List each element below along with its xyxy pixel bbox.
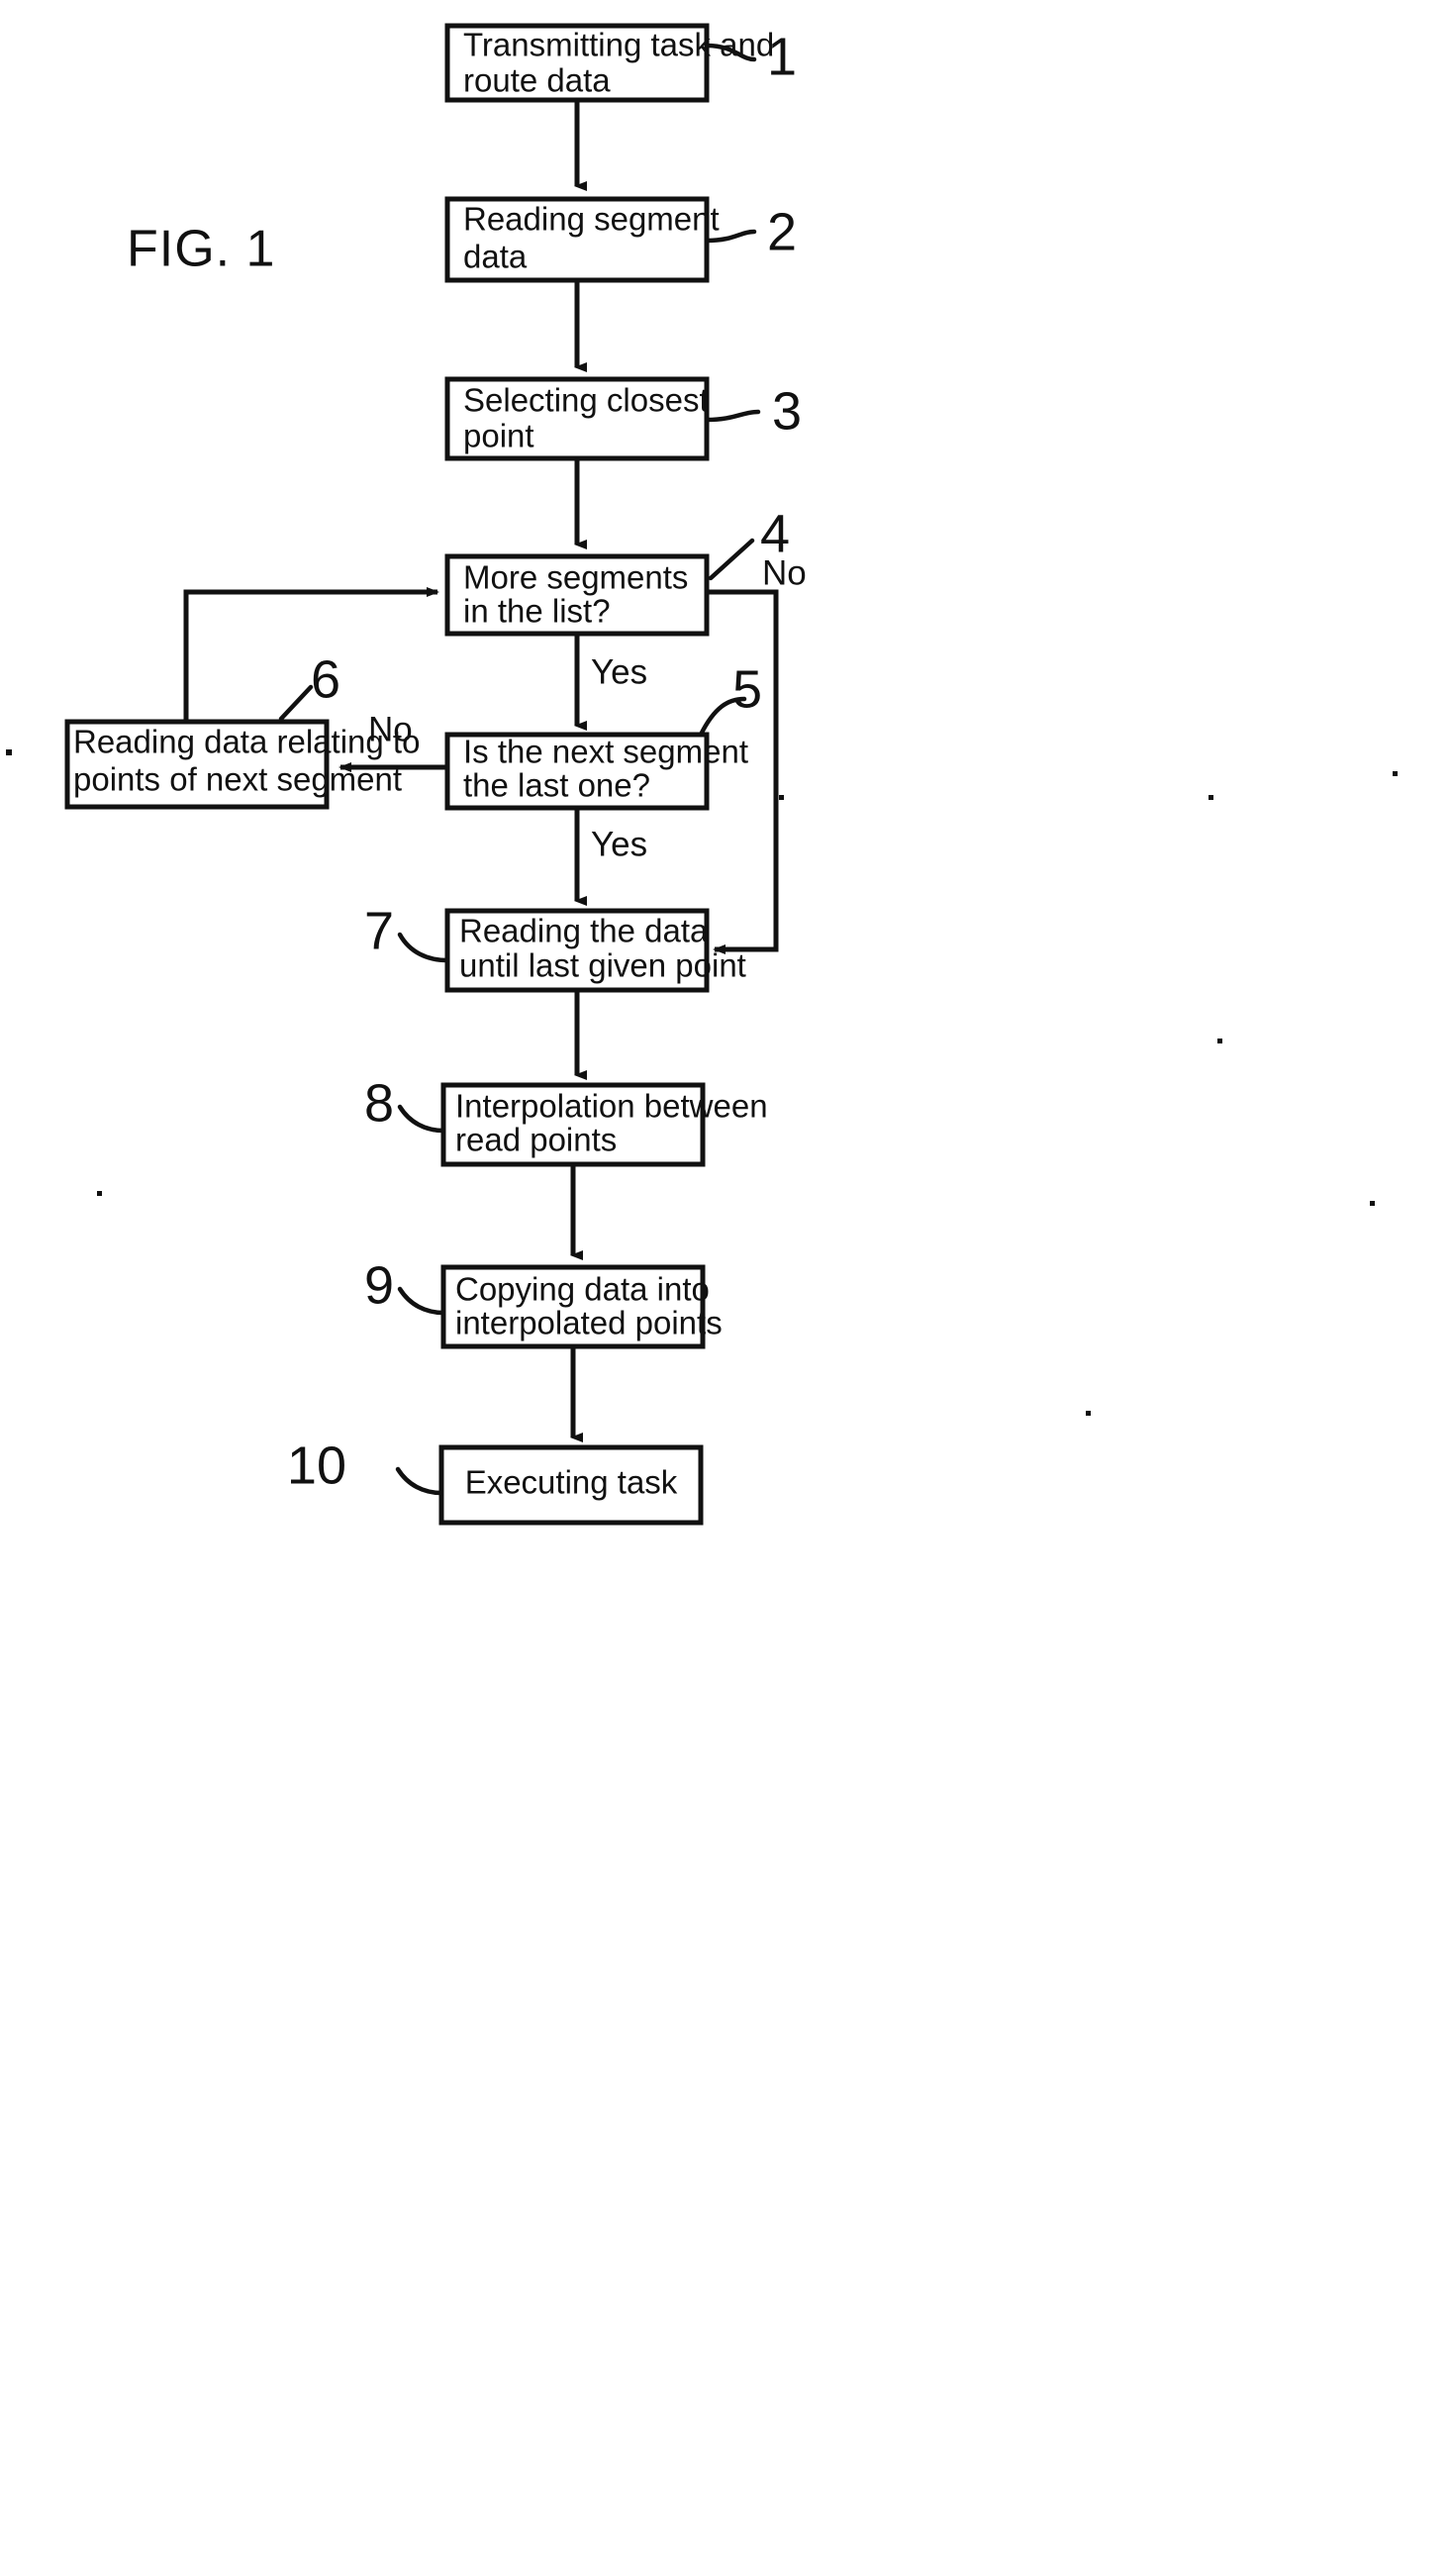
flow-node-8[interactable]: Interpolation between read points <box>440 1082 768 1167</box>
flow-node-4-line1: More segments <box>463 559 688 596</box>
ref-number-3: 3 <box>772 381 802 441</box>
leader-line-7 <box>397 932 450 963</box>
ref-number-5: 5 <box>732 659 762 719</box>
flow-node-3-line1: Selecting closest <box>463 382 709 419</box>
flow-node-6-line2: points of next segment <box>73 761 402 798</box>
flow-node-10-line1: Executing task <box>465 1464 678 1501</box>
flow-node-4[interactable]: More segments in the list? <box>444 553 710 637</box>
scan-speck <box>1086 1411 1091 1416</box>
flow-node-2-line2: data <box>463 239 528 275</box>
edge-4-to-7-no <box>707 589 779 954</box>
flow-node-1[interactable]: Transmitting task and route data <box>444 23 774 103</box>
figure-label: FIG. 1 <box>127 221 275 278</box>
ref-number-2: 2 <box>767 202 797 261</box>
scan-speck <box>97 1191 102 1196</box>
leader-line-9 <box>397 1286 446 1316</box>
ref-number-10: 10 <box>287 1436 346 1495</box>
leader-line-8 <box>397 1104 446 1134</box>
leader-line-3 <box>704 409 761 423</box>
figure-canvas: FIG. 1 Transmitting task and route data … <box>0 0 1451 2576</box>
flow-node-5-line1: Is the next segment <box>463 734 748 770</box>
flow-node-6[interactable]: Reading data relating to points of next … <box>64 719 420 810</box>
flow-node-3-line2: point <box>463 418 534 454</box>
leader-line-6 <box>278 684 314 722</box>
scan-speck <box>779 795 784 800</box>
flow-node-4-line2: in the list? <box>463 593 611 630</box>
flow-node-2-line1: Reading segment <box>463 201 720 238</box>
ref-number-1: 1 <box>767 27 797 86</box>
scan-speck <box>1217 1039 1222 1043</box>
flow-node-7-line1: Reading the data <box>459 913 709 949</box>
flow-node-9-line2: interpolated points <box>455 1305 723 1341</box>
scan-speck <box>6 749 12 755</box>
leader-line-10 <box>395 1466 444 1496</box>
flow-node-5-line2: the last one? <box>463 767 650 804</box>
ref-number-6: 6 <box>311 649 340 709</box>
edge-label-no-from-4: No <box>762 553 807 592</box>
flow-node-9-line1: Copying data into <box>455 1271 710 1308</box>
leader-line-4 <box>708 538 755 581</box>
flow-node-5[interactable]: Is the next segment the last one? <box>444 732 748 811</box>
flow-node-10[interactable]: Executing task <box>438 1444 704 1526</box>
flow-node-7-line2: until last given point <box>459 947 746 984</box>
scan-speck <box>1393 771 1398 776</box>
flow-node-8-line1: Interpolation between <box>455 1088 768 1125</box>
scan-speck <box>1209 795 1213 800</box>
ref-number-7: 7 <box>364 901 394 960</box>
scan-speck <box>1370 1201 1375 1206</box>
edge-label-yes-from-4: Yes <box>591 652 647 691</box>
flow-node-8-line2: read points <box>455 1122 617 1158</box>
flowchart-svg: FIG. 1 Transmitting task and route data … <box>6 23 1398 1526</box>
ref-number-9: 9 <box>364 1255 394 1315</box>
flow-node-1-line2: route data <box>463 62 611 99</box>
edge-label-yes-from-5: Yes <box>591 825 647 863</box>
flow-node-3[interactable]: Selecting closest point <box>444 376 710 461</box>
flow-node-9[interactable]: Copying data into interpolated points <box>440 1264 723 1349</box>
ref-number-8: 8 <box>364 1073 394 1133</box>
flow-node-6-line1: Reading data relating to <box>73 724 420 760</box>
flow-node-1-line1: Transmitting task and <box>463 27 774 63</box>
flow-node-2[interactable]: Reading segment data <box>444 196 720 283</box>
flow-node-7[interactable]: Reading the data until last given point <box>444 908 746 993</box>
